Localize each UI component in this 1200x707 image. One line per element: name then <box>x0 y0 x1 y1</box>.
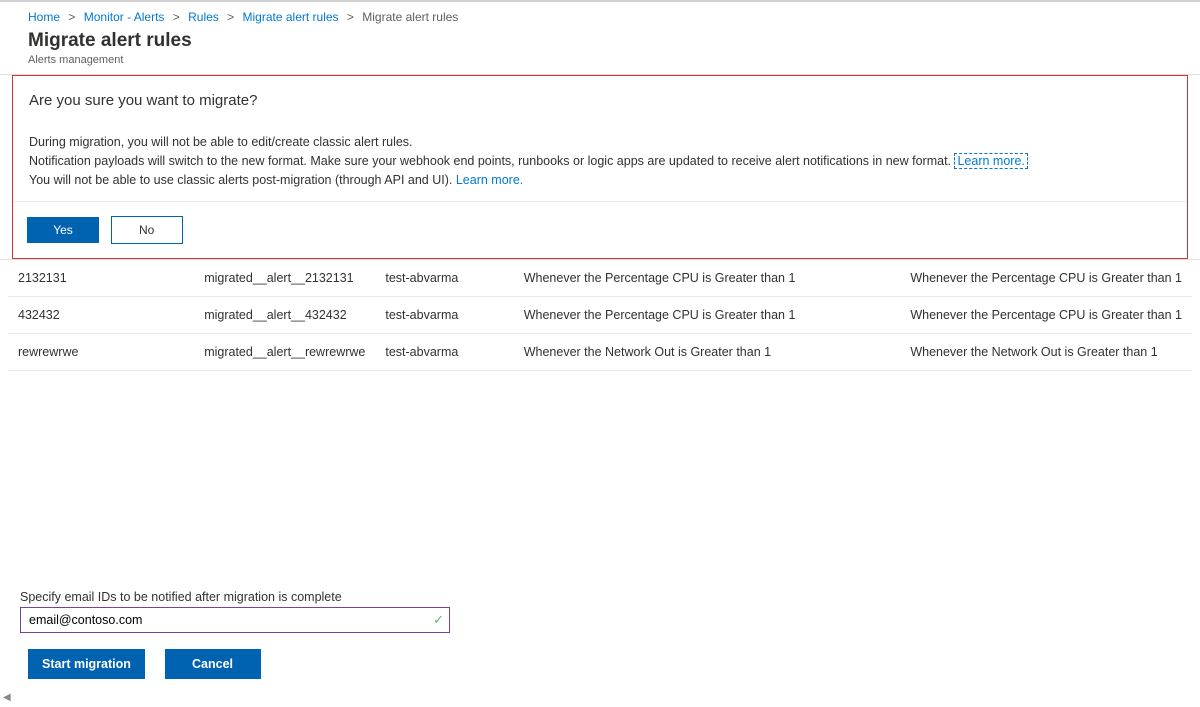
table-cell: Whenever the Percentage CPU is Greater t… <box>900 260 1192 297</box>
page-header: Migrate alert rules Alerts management <box>0 28 1200 75</box>
table-cell: migrated__alert__2132131 <box>194 260 375 297</box>
breadcrumb-rules[interactable]: Rules <box>188 10 219 24</box>
chevron-right-icon: > <box>173 10 180 24</box>
email-field-label: Specify email IDs to be notified after m… <box>20 590 450 604</box>
table-cell: migrated__alert__rewrewrwe <box>194 334 375 371</box>
dialog-actions: Yes No <box>13 201 1187 258</box>
email-notify-section: Specify email IDs to be notified after m… <box>20 590 450 633</box>
confirmation-dialog: Are you sure you want to migrate? During… <box>12 75 1188 259</box>
table-cell: Whenever the Network Out is Greater than… <box>514 334 901 371</box>
footer-actions: Start migration Cancel <box>28 649 261 679</box>
dialog-body: During migration, you will not be able t… <box>29 133 1171 189</box>
page-subtitle: Alerts management <box>28 54 1172 66</box>
dialog-title: Are you sure you want to migrate? <box>29 92 1171 109</box>
yes-button[interactable]: Yes <box>27 217 99 243</box>
table-cell: Whenever the Percentage CPU is Greater t… <box>900 297 1192 334</box>
dialog-line-3: You will not be able to use classic aler… <box>29 171 1171 190</box>
table-row[interactable]: 2132131migrated__alert__2132131test-abva… <box>8 260 1192 297</box>
breadcrumb-migrate-alert-rules[interactable]: Migrate alert rules <box>243 10 339 24</box>
chevron-right-icon: > <box>227 10 234 24</box>
table-cell: test-abvarma <box>375 297 513 334</box>
no-button[interactable]: No <box>111 216 183 244</box>
chevron-right-icon: > <box>68 10 75 24</box>
learn-more-link[interactable]: Learn more. <box>456 173 523 187</box>
breadcrumb-current: Migrate alert rules <box>362 10 458 24</box>
table-cell: 2132131 <box>8 260 194 297</box>
table-cell: migrated__alert__432432 <box>194 297 375 334</box>
checkmark-icon: ✓ <box>433 612 444 628</box>
table-cell: Whenever the Percentage CPU is Greater t… <box>514 297 901 334</box>
table-cell: Whenever the Percentage CPU is Greater t… <box>514 260 901 297</box>
breadcrumb-monitor-alerts[interactable]: Monitor - Alerts <box>84 10 165 24</box>
scroll-left-icon[interactable]: ◀ <box>3 692 11 703</box>
table-row[interactable]: rewrewrwemigrated__alert__rewrewrwetest-… <box>8 334 1192 371</box>
chevron-right-icon: > <box>347 10 354 24</box>
table-cell: rewrewrwe <box>8 334 194 371</box>
breadcrumb: Home > Monitor - Alerts > Rules > Migrat… <box>0 2 1200 28</box>
email-input[interactable] <box>20 607 450 633</box>
page-title: Migrate alert rules <box>28 30 1172 52</box>
table-cell: test-abvarma <box>375 260 513 297</box>
dialog-line-2: Notification payloads will switch to the… <box>29 152 1171 171</box>
rules-table: 2132131migrated__alert__2132131test-abva… <box>0 259 1200 371</box>
learn-more-link[interactable]: Learn more. <box>954 153 1027 169</box>
start-migration-button[interactable]: Start migration <box>28 649 145 679</box>
table-cell: Whenever the Network Out is Greater than… <box>900 334 1192 371</box>
breadcrumb-home[interactable]: Home <box>28 10 60 24</box>
table-row[interactable]: 432432migrated__alert__432432test-abvarm… <box>8 297 1192 334</box>
table-cell: 432432 <box>8 297 194 334</box>
dialog-line-1: During migration, you will not be able t… <box>29 133 1171 152</box>
cancel-button[interactable]: Cancel <box>165 649 261 679</box>
table-cell: test-abvarma <box>375 334 513 371</box>
